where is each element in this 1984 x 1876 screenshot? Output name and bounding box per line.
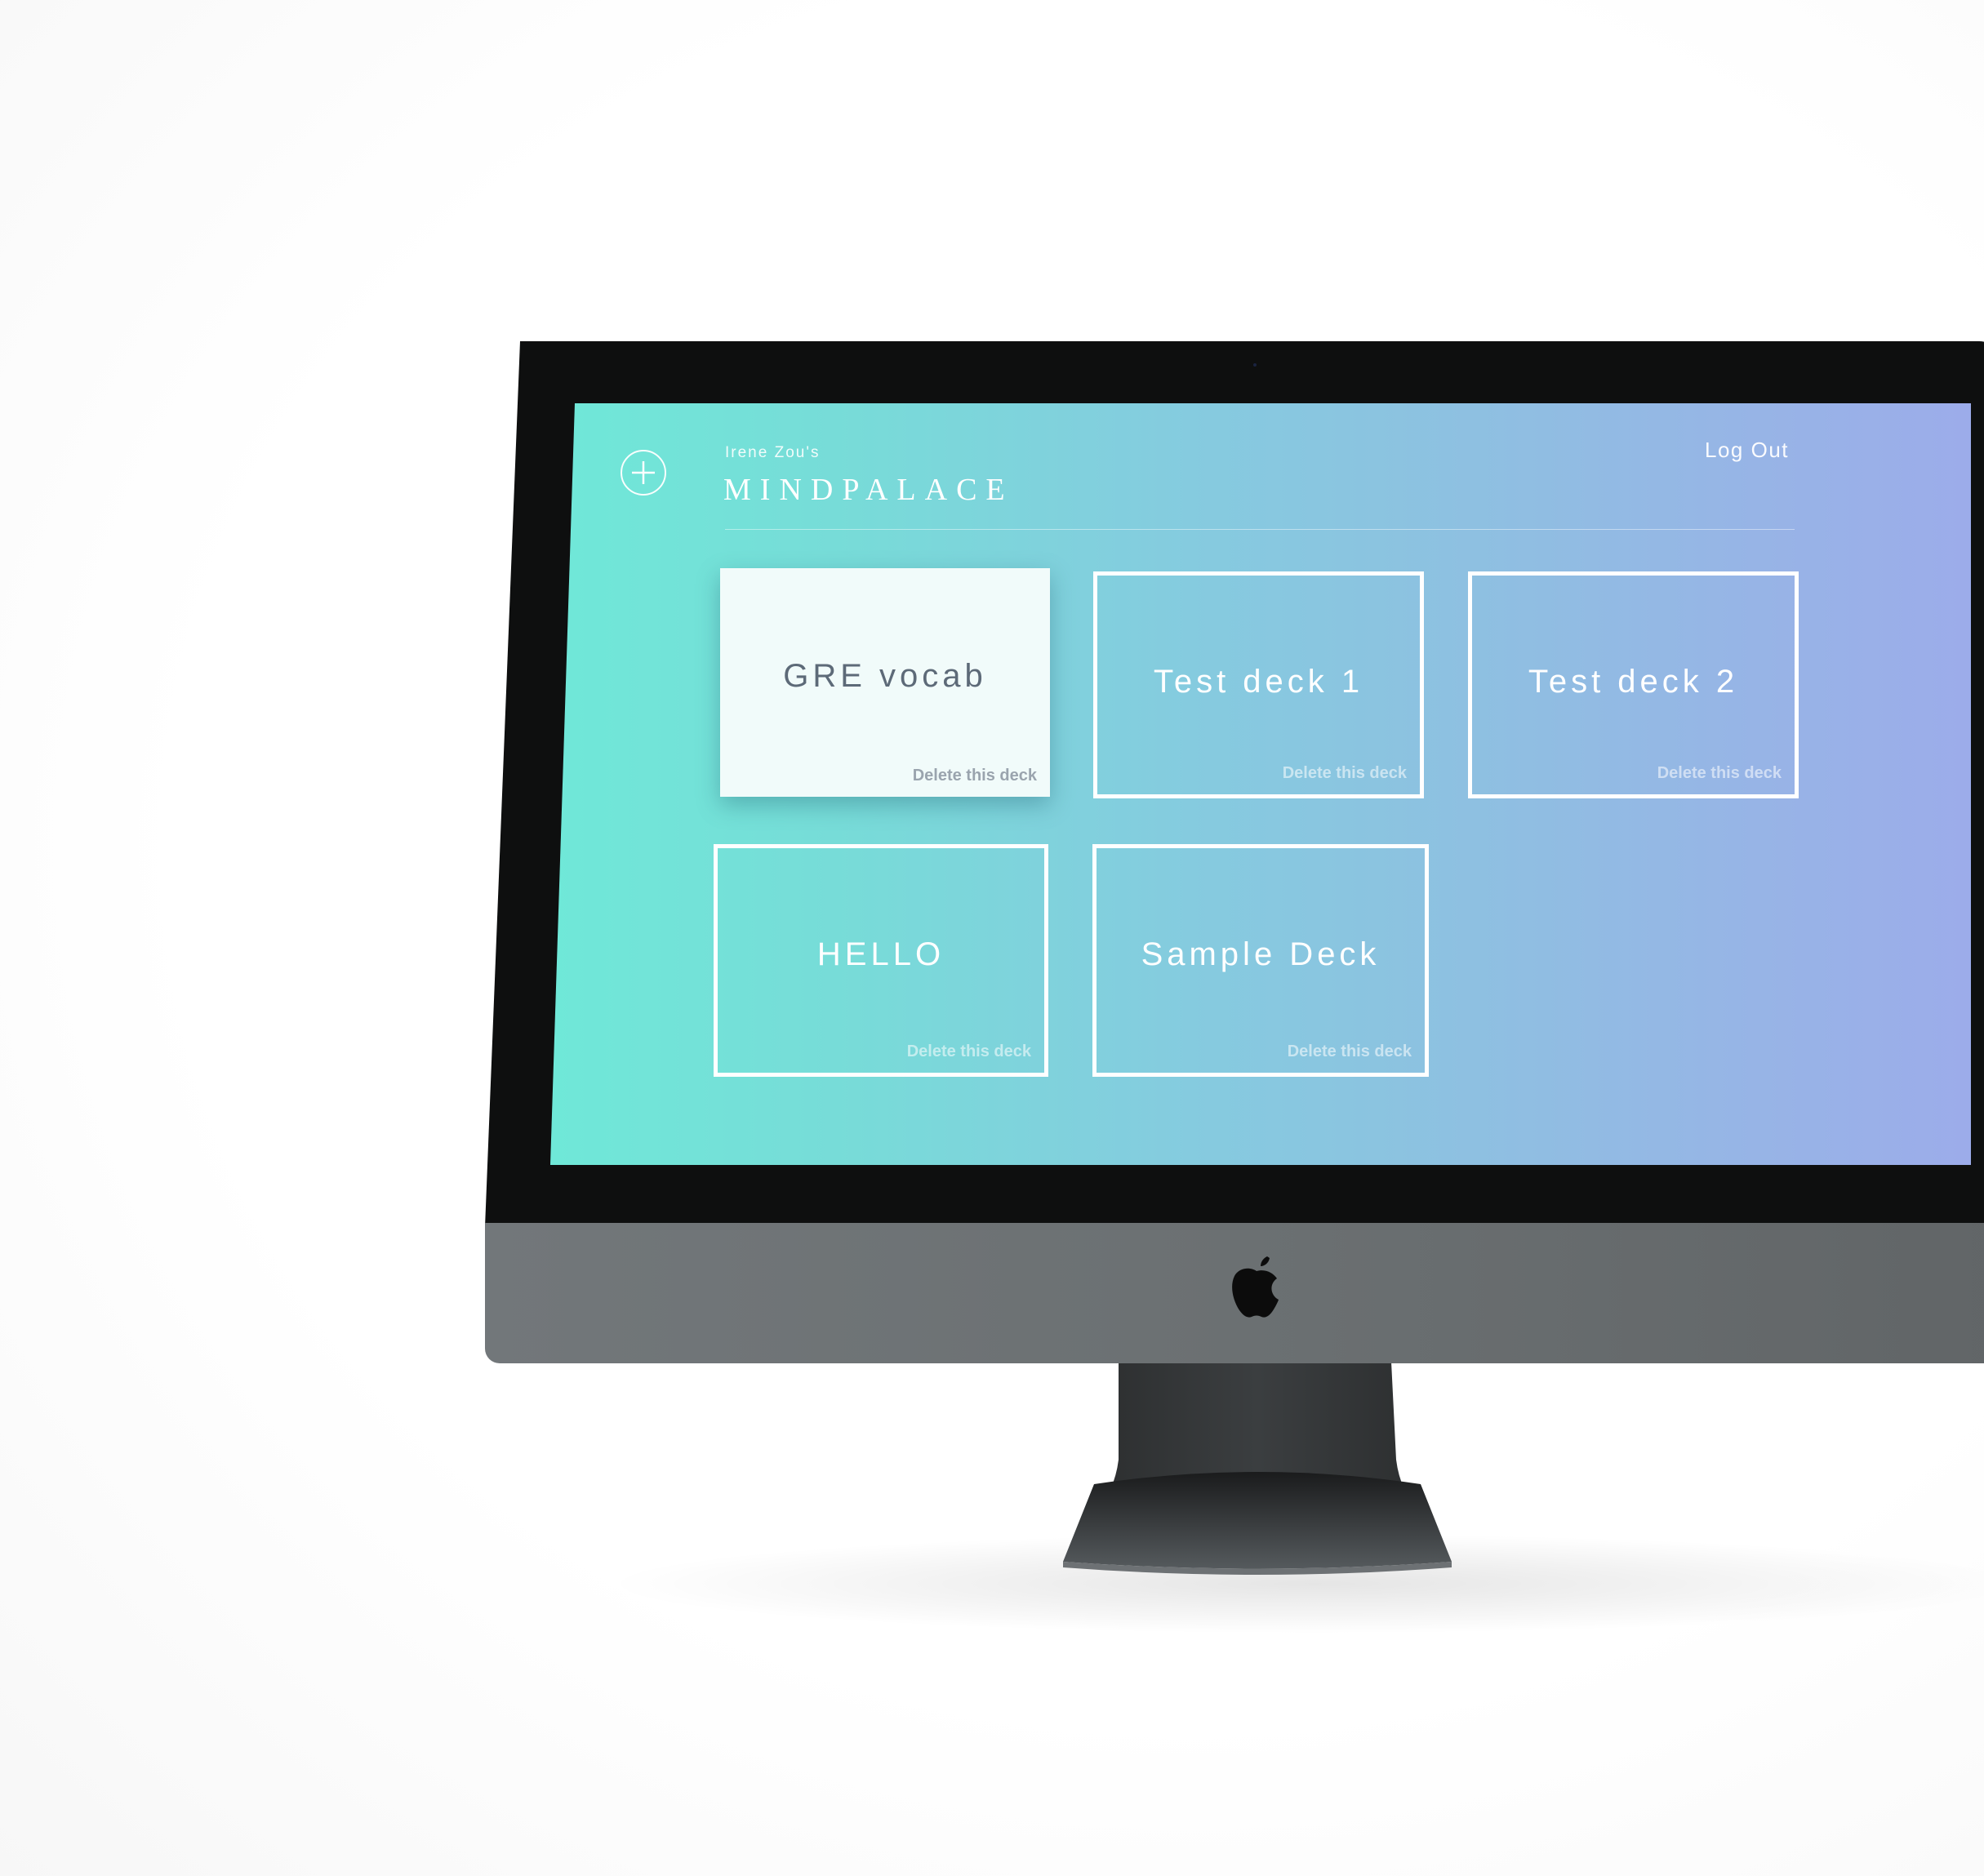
delete-deck-link[interactable]: Delete this deck [913,767,1037,785]
deck-title: Sample Deck [1141,936,1381,972]
apple-logo-icon [1232,1256,1279,1318]
plus-circle-icon [632,461,655,484]
delete-deck-link[interactable]: Delete this deck [1288,1042,1412,1061]
deck-title: Test deck 2 [1528,664,1739,700]
deck-card[interactable]: Test deck 1 Delete this deck [1093,571,1424,798]
deck-title: GRE vocab [783,658,987,694]
deck-title: Test deck 1 [1153,664,1364,700]
logout-link[interactable]: Log Out [1705,438,1789,463]
delete-deck-link[interactable]: Delete this deck [907,1042,1031,1061]
deck-card[interactable]: Sample Deck Delete this deck [1092,844,1429,1077]
monitor-stand [1063,1362,1452,1575]
deck-card[interactable]: GRE vocab Delete this deck [720,568,1050,797]
owner-label: Irene Zou's [725,444,821,461]
header-divider [725,529,1795,530]
deck-title: HELLO [816,936,945,972]
add-deck-button[interactable] [621,450,666,496]
mockup-scene: Irene Zou's MINDPALACE Log Out GRE vocab… [0,0,1984,1876]
deck-card[interactable]: Test deck 2 Delete this deck [1468,571,1799,798]
delete-deck-link[interactable]: Delete this deck [1283,764,1407,783]
delete-deck-link[interactable]: Delete this deck [1657,764,1782,783]
app-screen: Irene Zou's MINDPALACE Log Out GRE vocab… [550,403,1971,1165]
deck-card[interactable]: HELLO Delete this deck [714,844,1048,1077]
camera-dot [1253,363,1257,367]
brand-title: MINDPALACE [723,473,1014,507]
